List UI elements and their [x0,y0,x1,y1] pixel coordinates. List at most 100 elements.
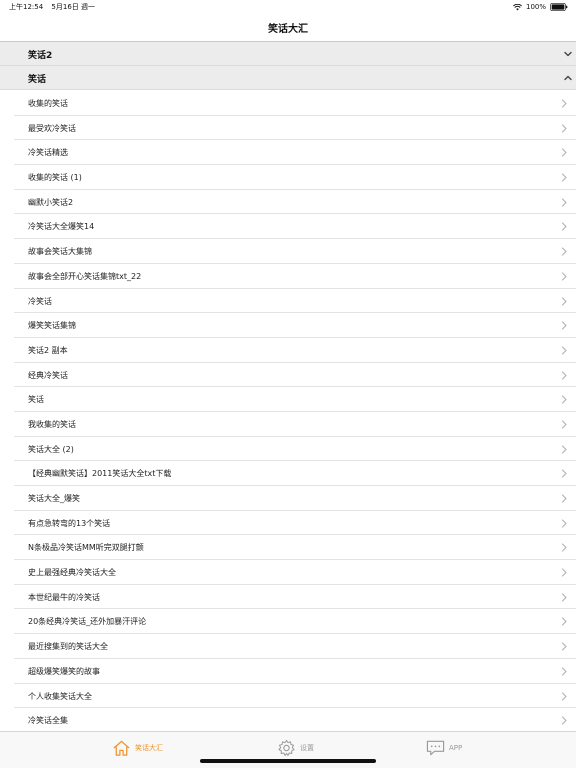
list-item-label: 故事会全部开心笑话集锦txt_22 [28,271,142,281]
list-item-label: 笑话2 副本 [28,345,68,355]
chevron-right-icon [561,445,567,454]
tab-home[interactable]: 笑话大汇 [112,737,163,759]
list-item-label: 史上最强经典冷笑话大全 [28,568,116,578]
list-item[interactable]: 冷笑话全集 [0,708,576,733]
tab-label: 笑话大汇 [135,744,163,752]
list-item[interactable]: 个人收集笑话大全 [0,683,576,709]
tab-settings[interactable]: 设置 [277,737,314,759]
chevron-down-icon [564,51,572,57]
list-item-label: 个人收集笑话大全 [28,691,92,701]
list-item[interactable]: 20条经典冷笑话_还外加暴汗评论 [0,609,576,635]
chevron-right-icon [561,222,567,232]
list-item[interactable]: 笑话大全 (2) [0,436,576,462]
list-item[interactable]: 故事会笑话大集锦 [0,239,576,264]
chevron-right-icon [561,370,567,380]
list-item-label: 经典冷笑话 [28,370,68,380]
chevron-right-icon [561,420,567,429]
chevron-right-icon [561,617,567,627]
list-item[interactable]: 收集的笑话 (1) [0,165,576,190]
section-header-jokes-2[interactable]: 笑话2 [0,42,576,66]
gear-icon [278,739,295,756]
tab-label: 设置 [300,744,314,752]
section-title: 笑话2 [28,51,53,61]
chevron-right-icon [561,247,567,256]
list-item[interactable]: 有点急转弯的13个笑话 [0,510,576,536]
tab-label: APP [449,744,463,752]
list-item[interactable]: 笑话2 副本 [0,337,576,363]
page-title: 笑话大汇 [268,24,308,35]
list-item-label: 笑话大全_爆笑 [28,494,80,503]
section-header-jokes[interactable]: 笑话 [0,66,576,90]
list-item-label: 超级爆笑爆笑的故事 [28,666,100,676]
chevron-right-icon [561,346,567,355]
chevron-right-icon [561,99,567,108]
chevron-right-icon [561,198,567,207]
app-screen: 上午12:54 5月16日 週一 100% 笑话大汇 笑话2 笑话 收集的笑话 … [0,0,576,768]
chevron-up-icon [564,75,572,81]
list-item[interactable]: 笑话大全_爆笑 [0,486,576,511]
list-item[interactable]: 冷笑话 [0,288,576,314]
list-item-label: 冷笑话全集 [28,716,68,726]
list-item-label: N条极品冷笑话MM听完双腿打颤 [28,543,144,553]
list-item-label: 幽默小笑话2 [28,197,74,207]
chevron-right-icon [561,173,567,182]
joke-list: 收集的笑话最受欢冷笑话 冷笑话精选收集的笑话 (1) 幽默小笑话2 冷笑话大全爆笑14… [0,91,576,733]
list-item-label: 冷笑话大全爆笑14 [28,222,95,232]
status-left: 上午12:54 5月16日 週一 [9,0,101,14]
chevron-right-icon [561,469,567,478]
chevron-right-icon [561,543,567,552]
wifi-icon [513,3,522,10]
navigation-bar: 笑话大汇 [0,14,576,42]
list-item-label: 冷笑话精选 [28,148,68,158]
list-item[interactable]: 【经典幽默笑话】2011笑话大全txt下载 [0,461,576,486]
list-item-label: 冷笑话 [28,296,52,306]
list-item[interactable]: 超级爆笑爆笑的故事 [0,658,576,684]
list-item-label: 笑话 [28,395,44,405]
chevron-right-icon [561,519,567,528]
list-item[interactable]: 经典冷笑话 [0,362,576,388]
list-item-label: 20条经典冷笑话_还外加暴汗评论 [28,617,147,627]
chevron-right-icon [561,642,567,651]
chevron-right-icon [561,568,567,577]
list-item[interactable]: N条极品冷笑话MM听完双腿打颤 [0,535,576,561]
list-item[interactable]: 最近搜集到的笑话大全 [0,634,576,659]
list-item[interactable]: 幽默小笑话2 [0,189,576,215]
chevron-right-icon [561,395,567,404]
home-icon [113,740,130,756]
section-title: 笑话 [28,75,47,85]
list-item[interactable]: 冷笑话精选 [0,140,576,166]
list-item[interactable]: 故事会全部开心笑话集锦txt_22 [0,263,576,289]
status-date: 5月16日 週一 [51,3,96,11]
list-item[interactable]: 我收集的笑话 [0,411,576,437]
list-item[interactable]: 笑话 [0,387,576,412]
list-item-label: 最受欢冷笑话 [28,123,76,133]
list-item[interactable]: 最受欢冷笑话 [0,115,576,141]
chevron-right-icon [561,716,567,725]
chevron-right-icon [561,593,567,602]
list-item-label: 故事会笑话大集锦 [28,247,92,257]
list-item[interactable]: 爆笑笑话集锦 [0,313,576,338]
list-item[interactable]: 收集的笑话 [0,91,576,116]
status-bar: 上午12:54 5月16日 週一 100% [0,0,576,14]
list-item[interactable]: 冷笑话大全爆笑14 [0,214,576,240]
list-item-label: 我收集的笑话 [28,419,76,429]
list-item-label: 收集的笑话 [28,99,68,108]
home-indicator [200,759,376,763]
list-item-label: 本世纪最牛的冷笑话 [28,592,100,602]
list-item-label: 笑话大全 (2) [28,444,74,454]
list-item[interactable]: 本世纪最牛的冷笑话 [0,584,576,610]
list-item-label: 最近搜集到的笑话大全 [28,642,108,652]
chevron-right-icon [561,148,567,157]
chevron-right-icon [561,296,567,306]
list-item[interactable]: 史上最强经典冷笑话大全 [0,560,576,585]
chevron-right-icon [561,124,567,133]
list-item-label: 爆笑笑话集锦 [28,321,76,331]
chevron-right-icon [561,321,567,330]
list-item-label: 收集的笑话 (1) [28,173,82,183]
tab-app[interactable]: APP [426,737,462,759]
battery-icon [550,3,568,11]
list-item-label: 有点急转弯的13个笑话 [28,518,111,528]
status-right: 100% [513,0,568,14]
chevron-right-icon [561,691,567,701]
chevron-right-icon [561,667,567,676]
